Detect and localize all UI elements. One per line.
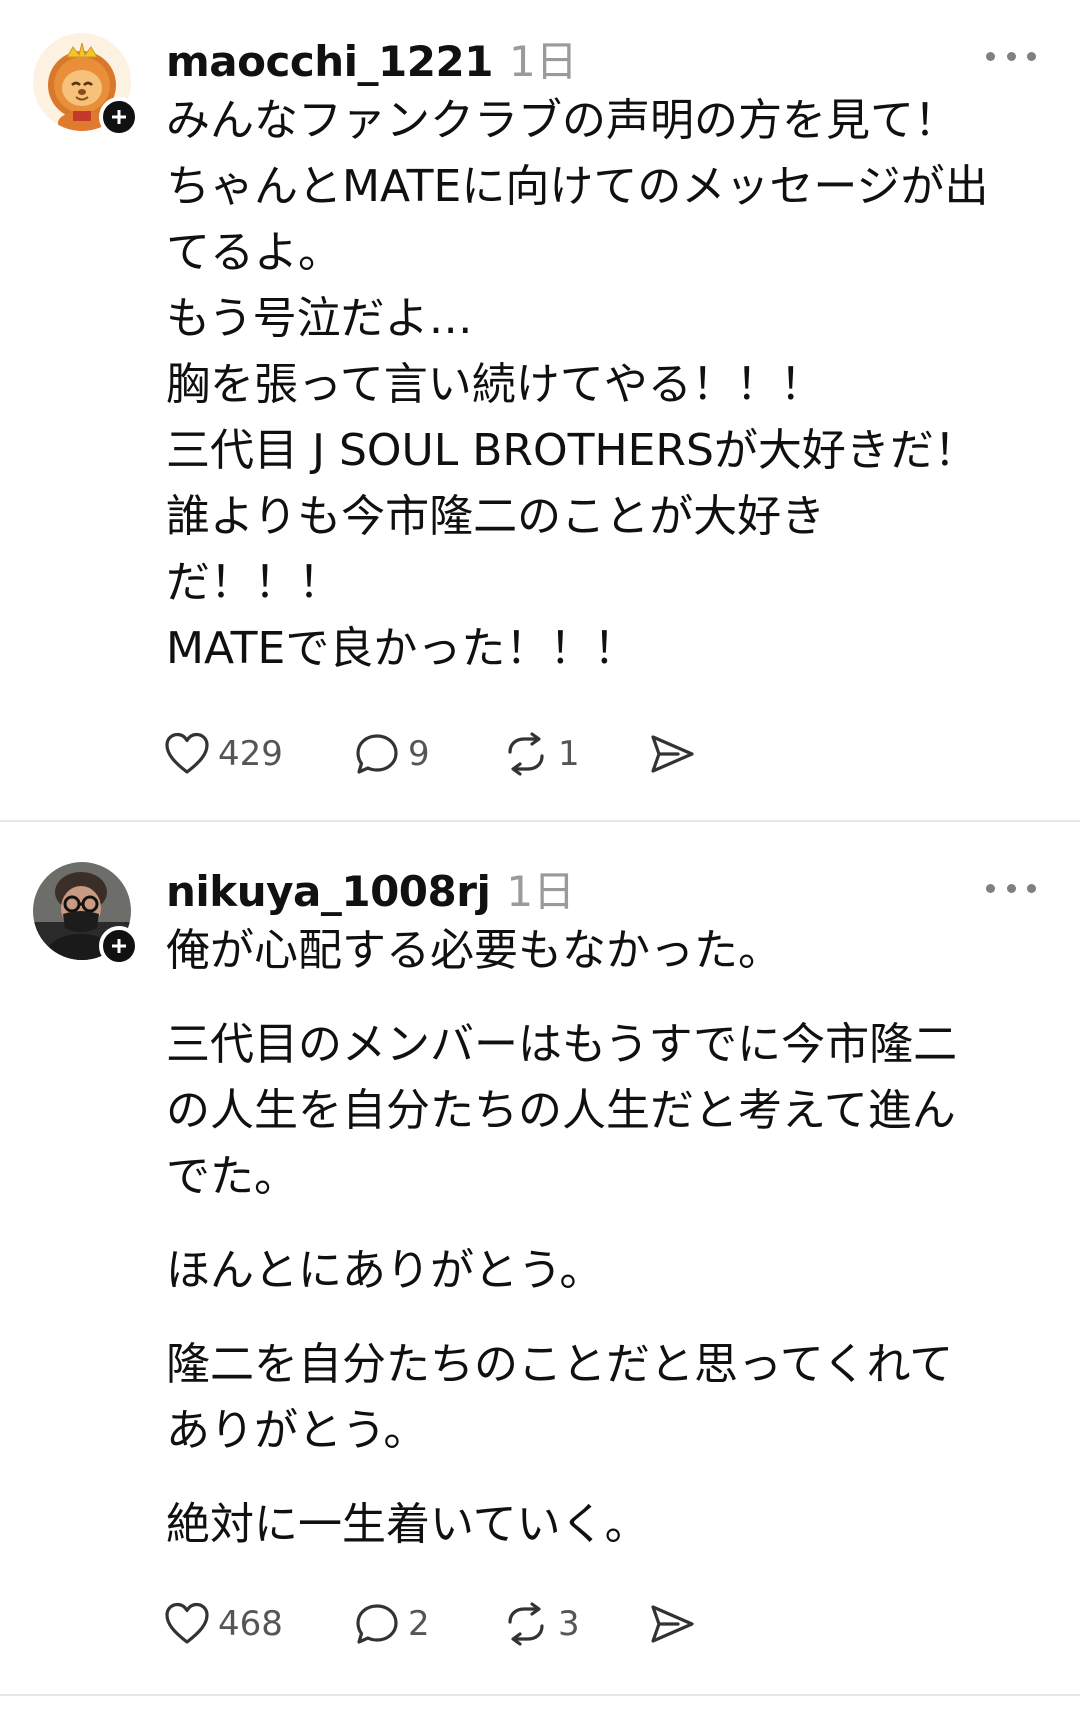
body-paragraph: 絶対に一生着いていく。 bbox=[166, 1492, 1046, 1558]
body-line: 三代目のメンバーはもうすでに今市隆二 bbox=[166, 1019, 958, 1070]
comment-bubble-icon bbox=[356, 1604, 398, 1644]
body-line: の人生を自分たちの人生だと考えて進ん bbox=[166, 1085, 956, 1136]
body-line: ありがとう。 bbox=[166, 1405, 428, 1456]
like-button[interactable]: 429 bbox=[164, 732, 354, 776]
reply-count: 9 bbox=[408, 734, 430, 774]
repost-count: 3 bbox=[558, 1604, 580, 1644]
like-count: 468 bbox=[218, 1604, 283, 1644]
post-body: みんなファンクラブの声明の方を見て！ ちゃんとMATEに向けてのメッセージが出 … bbox=[166, 88, 1046, 682]
timestamp: 1日 bbox=[506, 867, 576, 916]
action-bar: 468 2 3 bbox=[164, 1594, 696, 1654]
body-line: もう号泣だよ… bbox=[166, 293, 473, 344]
timestamp: 1日 bbox=[508, 37, 578, 86]
share-button[interactable] bbox=[648, 1602, 696, 1646]
body-line: ほんとにありがとう。 bbox=[166, 1245, 604, 1296]
more-options-icon[interactable] bbox=[986, 46, 1036, 66]
body-line: でた。 bbox=[166, 1151, 298, 1202]
send-icon bbox=[651, 735, 694, 773]
body-paragraph: みんなファンクラブの声明の方を見て！ ちゃんとMATEに向けてのメッセージが出 … bbox=[166, 88, 1046, 682]
repost-button[interactable]: 3 bbox=[502, 1602, 648, 1646]
action-bar: 429 9 1 bbox=[164, 724, 696, 784]
post: nikuya_1008rj 1日 俺が心配する必要もなかった。 三代目のメンバー… bbox=[0, 822, 1080, 1693]
body-line: みんなファンクラブの声明の方を見て！ bbox=[166, 95, 958, 146]
avatar-container[interactable] bbox=[33, 862, 139, 966]
post-body: 俺が心配する必要もなかった。 三代目のメンバーはもうすでに今市隆二 の人生を自分… bbox=[166, 918, 1046, 1558]
post-header: nikuya_1008rj 1日 bbox=[166, 858, 575, 919]
post-divider bbox=[0, 1694, 1080, 1696]
repost-button[interactable]: 1 bbox=[502, 732, 648, 776]
comment-bubble-icon bbox=[356, 734, 398, 774]
body-line: 俺が心配する必要もなかった。 bbox=[166, 925, 782, 976]
heart-icon bbox=[165, 1602, 209, 1644]
post-header: maocchi_1221 1日 bbox=[166, 28, 578, 89]
username[interactable]: maocchi_1221 bbox=[166, 37, 493, 86]
follow-plus-icon[interactable] bbox=[99, 926, 139, 966]
more-options-icon[interactable] bbox=[986, 878, 1036, 898]
reply-button[interactable]: 9 bbox=[354, 732, 502, 776]
heart-icon bbox=[165, 732, 209, 774]
share-button[interactable] bbox=[648, 732, 696, 776]
repost-icon bbox=[508, 732, 544, 776]
follow-plus-icon[interactable] bbox=[99, 97, 139, 137]
repost-icon bbox=[508, 1602, 544, 1646]
like-button[interactable]: 468 bbox=[164, 1602, 354, 1646]
body-paragraph: 隆二を自分たちのことだと思ってくれて ありがとう。 bbox=[166, 1332, 1046, 1464]
repost-count: 1 bbox=[558, 734, 580, 774]
body-line: 三代目 J SOUL BROTHERSが大好きだ！ bbox=[166, 425, 978, 476]
body-line: 胸を張って言い続けてやる！！！ bbox=[166, 359, 824, 410]
body-line: てるよ。 bbox=[166, 227, 342, 278]
body-line: 絶対に一生着いていく。 bbox=[166, 1499, 649, 1550]
reply-button[interactable]: 2 bbox=[354, 1602, 502, 1646]
body-line: MATEで良かった！！！ bbox=[166, 623, 638, 674]
avatar-container[interactable] bbox=[33, 33, 139, 137]
body-line: だ！！！ bbox=[166, 557, 342, 608]
body-paragraph: ほんとにありがとう。 bbox=[166, 1238, 1046, 1304]
post: maocchi_1221 1日 みんなファンクラブの声明の方を見て！ ちゃんとM… bbox=[0, 0, 1080, 820]
body-paragraph: 俺が心配する必要もなかった。 bbox=[166, 918, 1046, 984]
body-paragraph: 三代目のメンバーはもうすでに今市隆二 の人生を自分たちの人生だと考えて進ん でた… bbox=[166, 1012, 1046, 1210]
username[interactable]: nikuya_1008rj bbox=[166, 867, 491, 916]
reply-count: 2 bbox=[408, 1604, 430, 1644]
body-line: ちゃんとMATEに向けてのメッセージが出 bbox=[166, 161, 989, 212]
body-line: 隆二を自分たちのことだと思ってくれて bbox=[166, 1339, 954, 1390]
like-count: 429 bbox=[218, 734, 283, 774]
send-icon bbox=[651, 1605, 694, 1643]
body-line: 誰よりも今市隆二のことが大好き bbox=[166, 491, 826, 542]
